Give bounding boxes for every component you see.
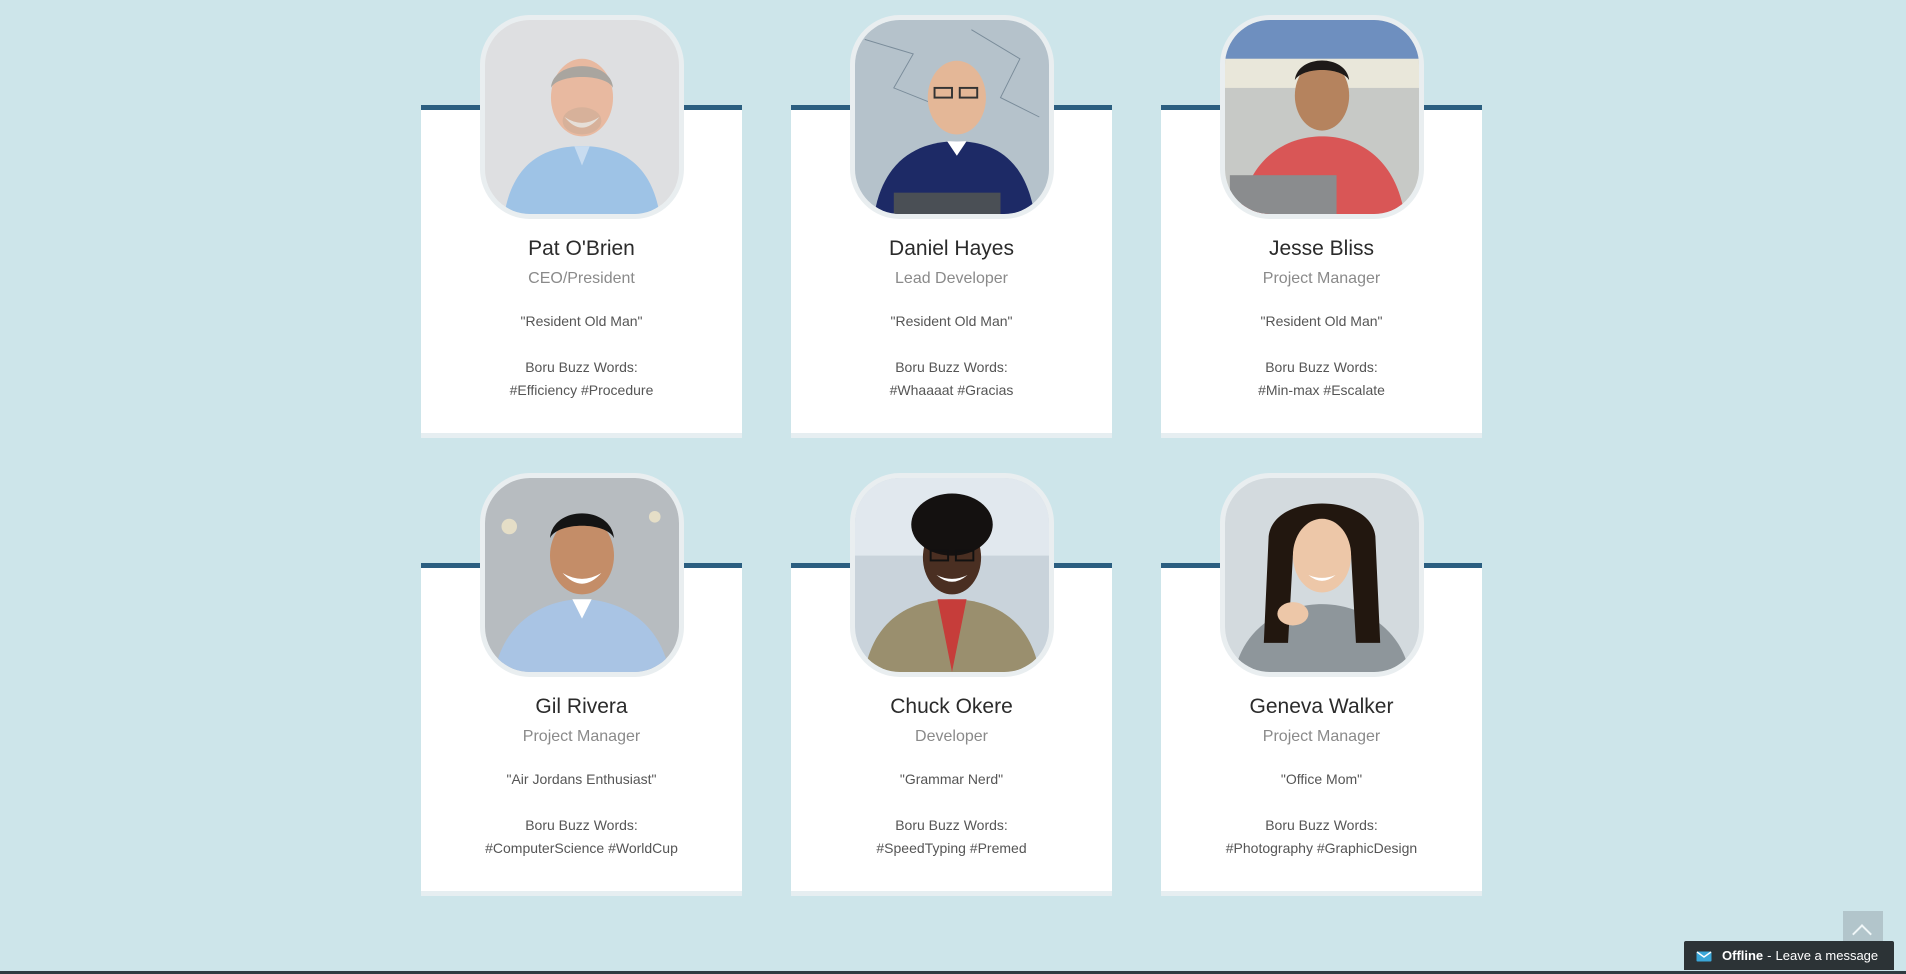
chat-separator: - <box>1767 948 1772 963</box>
envelope-icon <box>1696 950 1712 962</box>
team-grid: Pat O'Brien CEO/President "Resident Old … <box>421 0 1485 974</box>
profile-photo <box>480 473 684 677</box>
member-nickname: "Office Mom" <box>1280 771 1363 787</box>
profile-photo <box>850 473 1054 677</box>
chat-status: Offline <box>1722 948 1764 963</box>
buzz-words-label: Boru Buzz Words: <box>895 817 1008 833</box>
profile-photo <box>1220 473 1424 677</box>
member-nickname: "Grammar Nerd" <box>899 771 1004 787</box>
member-role: Project Manager <box>1262 728 1381 745</box>
member-nickname: "Resident Old Man" <box>1260 313 1383 329</box>
chat-message: Leave a message <box>1775 948 1879 963</box>
profile-photo <box>1220 15 1424 219</box>
buzz-words-tags: #Efficiency #Procedure <box>509 382 654 398</box>
member-name: Geneva Walker <box>1249 695 1394 718</box>
member-name: Chuck Okere <box>890 695 1013 718</box>
team-card: Geneva Walker Project Manager "Office Mo… <box>1161 458 1482 896</box>
member-role: Developer <box>915 728 988 745</box>
buzz-words-tags: #Photography #GraphicDesign <box>1225 840 1418 856</box>
buzz-words-label: Boru Buzz Words: <box>895 359 1008 375</box>
buzz-words-label: Boru Buzz Words: <box>1265 359 1378 375</box>
member-role: Lead Developer <box>895 270 1008 287</box>
member-nickname: "Resident Old Man" <box>890 313 1013 329</box>
chat-widget-bar[interactable]: Offline - Leave a message <box>1684 941 1894 970</box>
profile-photo <box>850 15 1054 219</box>
member-nickname: "Air Jordans Enthusiast" <box>506 771 657 787</box>
buzz-words-tags: #ComputerScience #WorldCup <box>485 840 678 856</box>
team-card: Jesse Bliss Project Manager "Resident Ol… <box>1161 0 1482 438</box>
member-role: CEO/President <box>528 270 635 287</box>
member-name: Gil Rivera <box>535 695 628 718</box>
buzz-words-tags: #SpeedTyping #Premed <box>876 840 1027 856</box>
team-card: Pat O'Brien CEO/President "Resident Old … <box>421 0 742 438</box>
member-name: Pat O'Brien <box>528 237 635 260</box>
buzz-words-tags: #Min-max #Escalate <box>1258 382 1385 398</box>
profile-photo <box>480 15 684 219</box>
member-role: Project Manager <box>1262 270 1381 287</box>
member-name: Daniel Hayes <box>889 237 1014 260</box>
buzz-words-label: Boru Buzz Words: <box>525 359 638 375</box>
team-card: Daniel Hayes Lead Developer "Resident Ol… <box>791 0 1112 438</box>
buzz-words-tags: #Whaaaat #Gracias <box>889 382 1014 398</box>
buzz-words-label: Boru Buzz Words: <box>525 817 638 833</box>
member-name: Jesse Bliss <box>1268 237 1375 260</box>
buzz-words-label: Boru Buzz Words: <box>1265 817 1378 833</box>
team-card: Gil Rivera Project Manager "Air Jordans … <box>421 458 742 896</box>
member-nickname: "Resident Old Man" <box>520 313 643 329</box>
member-role: Project Manager <box>522 728 641 745</box>
team-card: Chuck Okere Developer "Grammar Nerd" Bor… <box>791 458 1112 896</box>
